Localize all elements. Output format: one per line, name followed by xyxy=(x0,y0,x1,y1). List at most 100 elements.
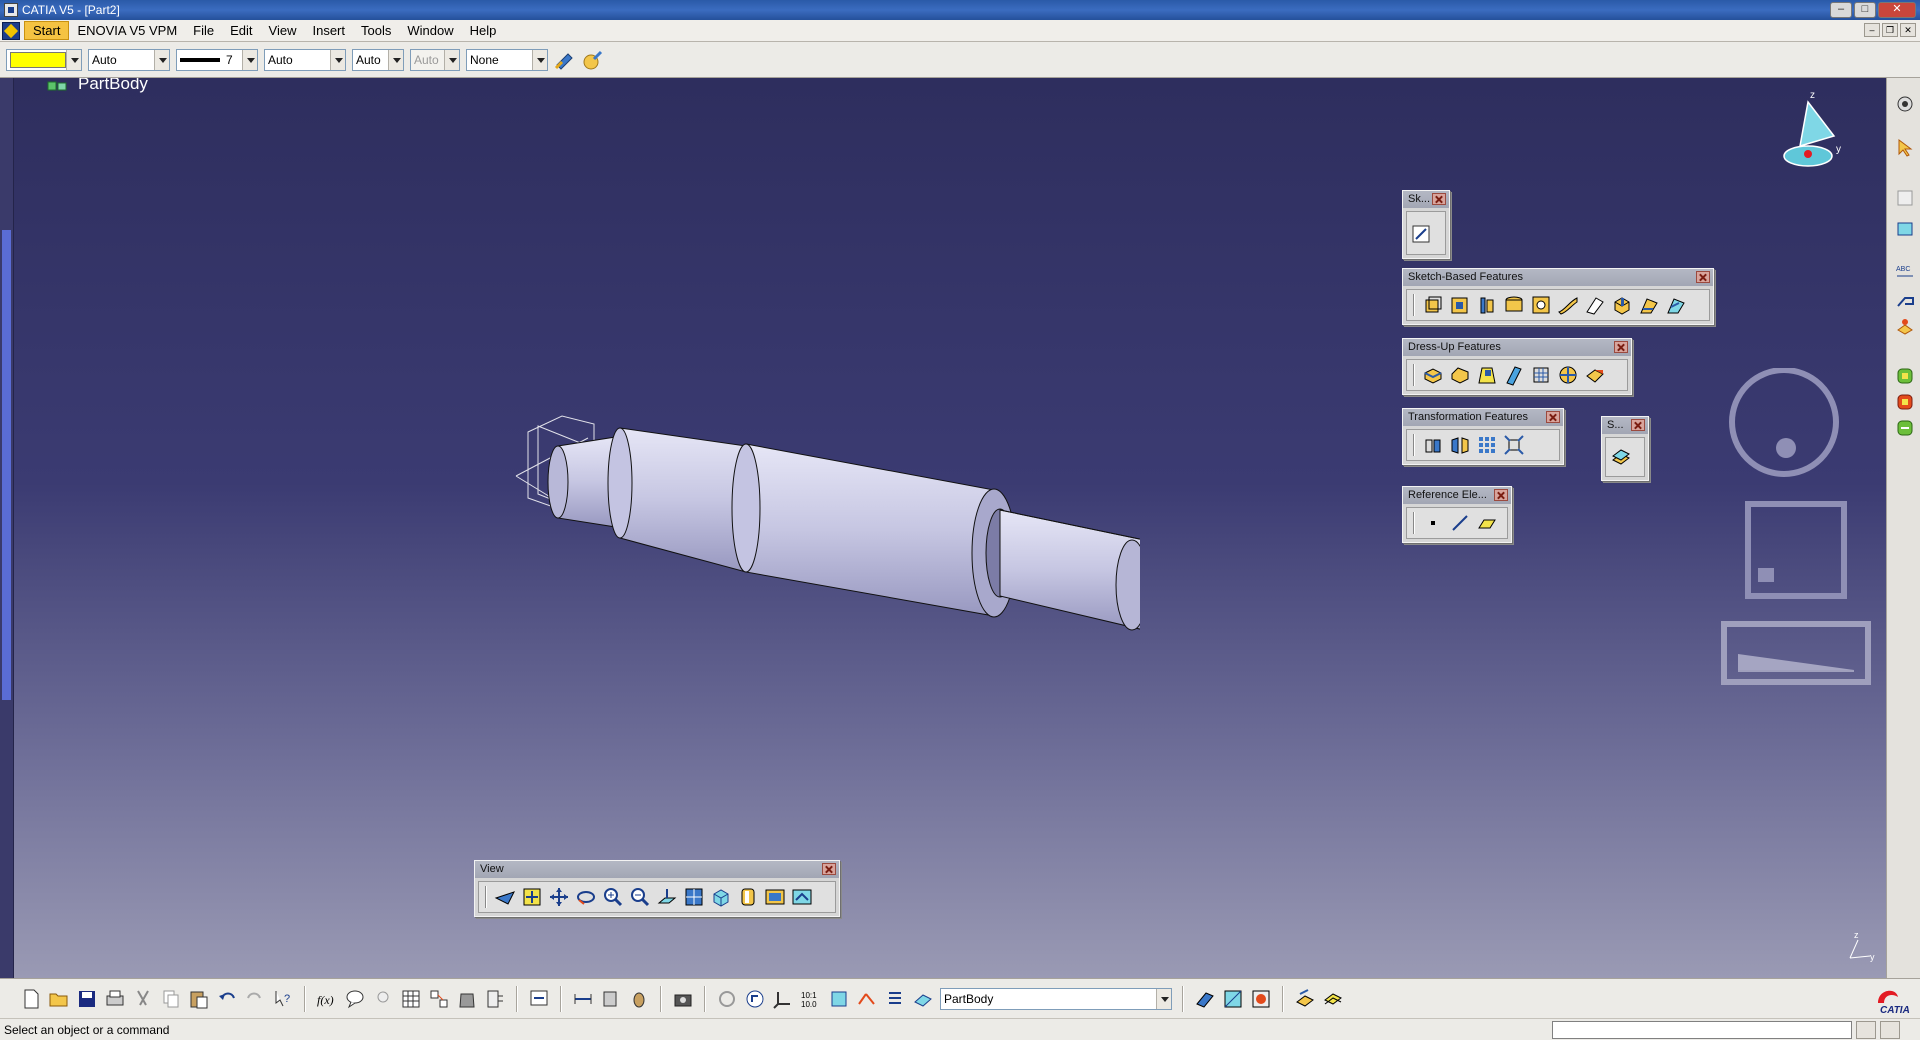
redo-icon[interactable] xyxy=(244,988,266,1010)
reaction-icon[interactable] xyxy=(428,988,450,1010)
rib-icon[interactable] xyxy=(1557,294,1579,316)
rectangular-pattern-icon[interactable] xyxy=(1476,434,1498,456)
close-icon[interactable] xyxy=(1631,419,1645,431)
point-icon[interactable] xyxy=(1422,512,1444,534)
transparency-select[interactable]: Auto xyxy=(88,48,170,71)
close-icon[interactable] xyxy=(1432,193,1446,205)
whats-this-icon[interactable]: ? xyxy=(272,988,294,1010)
scale-text-icon[interactable]: 10:110.0 xyxy=(800,988,822,1010)
remove-face-icon[interactable] xyxy=(1584,364,1606,386)
plane-icon[interactable] xyxy=(1476,512,1498,534)
comment-icon[interactable] xyxy=(344,988,366,1010)
power-input-field[interactable] xyxy=(1552,1021,1852,1039)
rotate-icon[interactable] xyxy=(575,886,597,908)
render-style-select[interactable]: None xyxy=(466,48,548,71)
hole-icon[interactable] xyxy=(1530,294,1552,316)
iso-view-icon[interactable] xyxy=(710,886,732,908)
update-all-icon[interactable] xyxy=(716,988,738,1010)
measure-box-icon[interactable] xyxy=(1895,218,1915,238)
repair-part-icon[interactable] xyxy=(1194,988,1216,1010)
surface-analysis-icon[interactable] xyxy=(1222,988,1244,1010)
menu-file[interactable]: File xyxy=(185,21,222,40)
close-button[interactable]: ✕ xyxy=(1878,2,1916,18)
transformation-features-toolbar[interactable]: Transformation Features xyxy=(1402,408,1564,465)
shaft-icon[interactable] xyxy=(1476,294,1498,316)
close-icon[interactable] xyxy=(1494,489,1508,501)
catalog-bag-icon[interactable] xyxy=(456,988,478,1010)
menu-help[interactable]: Help xyxy=(462,21,505,40)
pad-icon[interactable] xyxy=(1422,294,1444,316)
work-object-icon[interactable] xyxy=(912,988,934,1010)
toolbar-title[interactable]: Transformation Features xyxy=(1403,409,1563,426)
save-icon[interactable] xyxy=(76,988,98,1010)
catalog-icon[interactable] xyxy=(1895,188,1915,208)
surface-based-features-toolbar[interactable]: S... xyxy=(1601,416,1649,481)
3d-viewport[interactable]: PartBody z y z y Sk... Sketch-Based Feat… xyxy=(0,78,1886,978)
normal-view-icon[interactable] xyxy=(656,886,678,908)
shading-icon[interactable] xyxy=(737,886,759,908)
undo-icon[interactable] xyxy=(216,988,238,1010)
draft-icon[interactable] xyxy=(1476,364,1498,386)
menu-start[interactable]: Start xyxy=(24,21,70,40)
toolbar-title[interactable]: Dress-Up Features xyxy=(1403,339,1631,356)
scrollbar-thumb[interactable] xyxy=(2,230,11,700)
close-icon[interactable] xyxy=(1614,341,1628,353)
flag-note-icon[interactable] xyxy=(1895,290,1915,310)
knowledge-bulb-icon[interactable] xyxy=(372,988,394,1010)
list-icon[interactable] xyxy=(884,988,906,1010)
line-type-select[interactable]: Auto xyxy=(264,48,346,71)
menu-view[interactable]: View xyxy=(261,21,305,40)
loft-icon[interactable] xyxy=(1638,294,1660,316)
painter-icon[interactable] xyxy=(554,49,576,71)
menu-window[interactable]: Window xyxy=(399,21,461,40)
tree-partbody-label[interactable]: PartBody xyxy=(78,78,148,94)
line-icon[interactable] xyxy=(1449,512,1471,534)
maximize-button[interactable]: □ xyxy=(1854,2,1876,18)
measure-inertia-icon[interactable] xyxy=(628,988,650,1010)
translation-icon[interactable] xyxy=(1422,434,1444,456)
multi-view-icon[interactable] xyxy=(683,886,705,908)
slot-icon[interactable] xyxy=(1584,294,1606,316)
open-folder-icon[interactable] xyxy=(48,988,70,1010)
point-symbol-select[interactable]: Auto xyxy=(352,48,404,71)
catia-logo-icon[interactable] xyxy=(2,21,20,40)
scaling-icon[interactable] xyxy=(1503,434,1525,456)
formula-icon[interactable]: f(x) xyxy=(316,988,338,1010)
mirror-icon[interactable] xyxy=(1449,434,1471,456)
part-shaft-model[interactable] xyxy=(500,328,1140,648)
split-icon[interactable] xyxy=(1610,446,1632,468)
shell-icon[interactable] xyxy=(1503,364,1525,386)
hide-show-icon[interactable] xyxy=(764,886,786,908)
sketcher-toolbar[interactable]: Sk... xyxy=(1402,190,1450,259)
sketch-icon[interactable] xyxy=(1411,222,1433,244)
doc-minimize-button[interactable]: – xyxy=(1864,23,1880,37)
stiffener-icon[interactable] xyxy=(1611,294,1633,316)
paste-icon[interactable] xyxy=(188,988,210,1010)
toolbar-title[interactable]: Sketch-Based Features xyxy=(1403,269,1713,286)
block-icon[interactable] xyxy=(828,988,850,1010)
macro-icon[interactable] xyxy=(484,988,506,1010)
constraint-icon[interactable] xyxy=(856,988,878,1010)
body-insert-icon[interactable] xyxy=(1294,988,1316,1010)
select-arrow-icon[interactable] xyxy=(1895,138,1915,158)
close-icon[interactable] xyxy=(1696,271,1710,283)
knowledge-icon[interactable] xyxy=(1895,418,1915,438)
update-icon[interactable] xyxy=(1895,392,1915,412)
edge-fillet-icon[interactable] xyxy=(1422,364,1444,386)
copy-icon[interactable] xyxy=(160,988,182,1010)
line-thickness-select[interactable]: 7 xyxy=(176,48,258,71)
close-icon[interactable] xyxy=(822,863,836,875)
measure-between-icon[interactable] xyxy=(572,988,594,1010)
status-button-2[interactable] xyxy=(1880,1021,1900,1039)
settings-gear-icon[interactable] xyxy=(1895,94,1915,114)
menu-insert[interactable]: Insert xyxy=(304,21,353,40)
zoom-in-icon[interactable] xyxy=(602,886,624,908)
pocket-icon[interactable] xyxy=(1449,294,1471,316)
groove-icon[interactable] xyxy=(1503,294,1525,316)
design-table-icon[interactable] xyxy=(400,988,422,1010)
compass-icon[interactable]: z y xyxy=(1770,88,1850,178)
remove-loft-icon[interactable] xyxy=(1665,294,1687,316)
sketch-based-features-toolbar[interactable]: Sketch-Based Features xyxy=(1402,268,1714,325)
close-icon[interactable] xyxy=(1546,411,1560,423)
measure-item-icon[interactable] xyxy=(600,988,622,1010)
